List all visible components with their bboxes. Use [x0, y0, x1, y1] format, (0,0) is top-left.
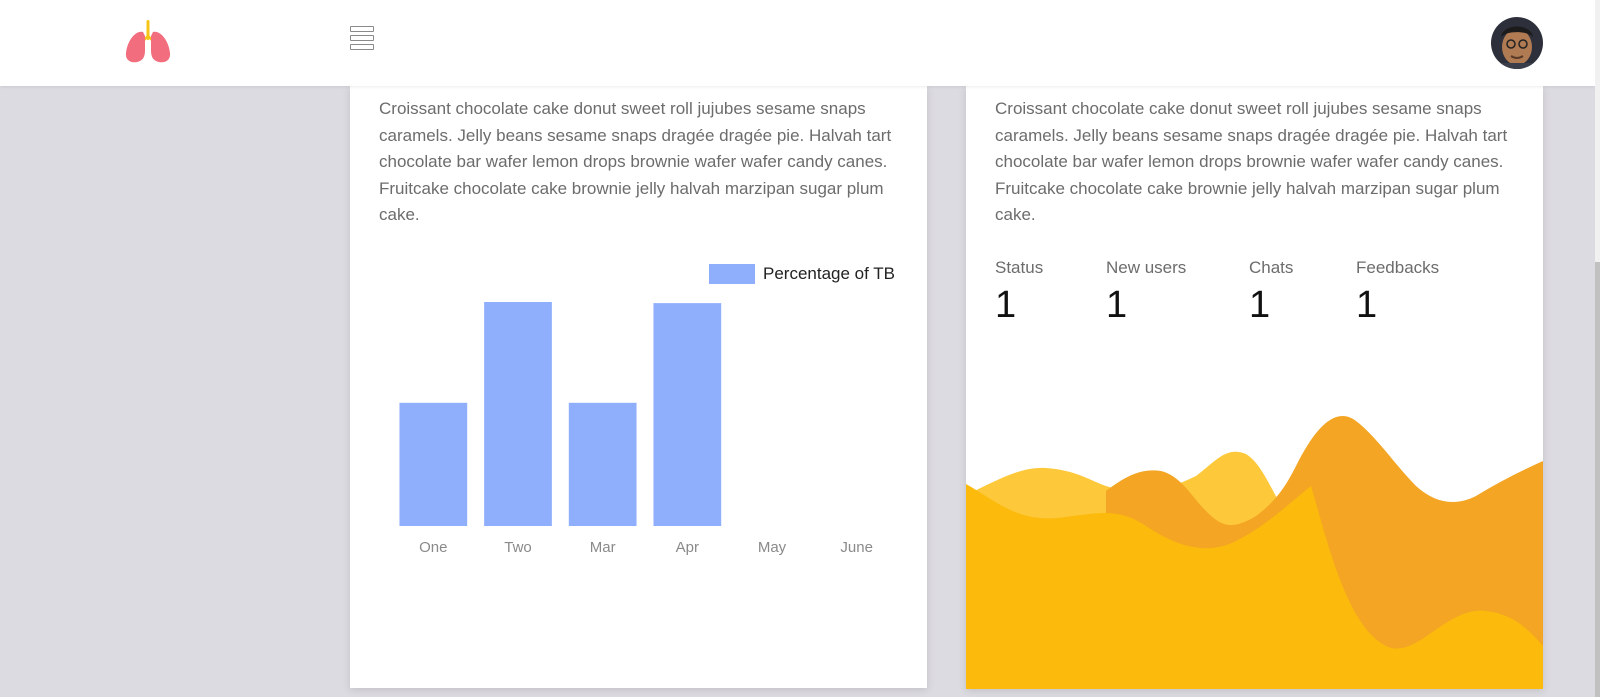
lungs-icon[interactable] [124, 20, 172, 64]
x-tick-label: June [840, 539, 873, 556]
hamburger-menu-icon[interactable] [348, 26, 378, 54]
x-tick-label: One [419, 539, 447, 556]
bar-apr[interactable] [653, 303, 722, 526]
user-avatar[interactable] [1491, 17, 1543, 69]
bar-chart: One Two Mar Apr May June [399, 302, 873, 556]
bar-two[interactable] [484, 302, 552, 526]
x-tick-label: May [758, 539, 787, 556]
scrollbar-thumb[interactable] [1595, 262, 1600, 697]
tb-chart-card: Croissant chocolate cake donut sweet rol… [350, 86, 927, 688]
page-scrollbar[interactable] [1595, 0, 1600, 697]
bar-one[interactable] [399, 402, 468, 526]
x-tick-label: Mar [590, 539, 616, 556]
top-navbar [0, 0, 1595, 86]
bar-mar[interactable] [568, 402, 637, 526]
stats-card: Croissant chocolate cake donut sweet rol… [966, 86, 1543, 689]
x-tick-label: Two [504, 539, 532, 556]
x-tick-label: Apr [676, 539, 699, 556]
wave-decoration [966, 416, 1543, 689]
